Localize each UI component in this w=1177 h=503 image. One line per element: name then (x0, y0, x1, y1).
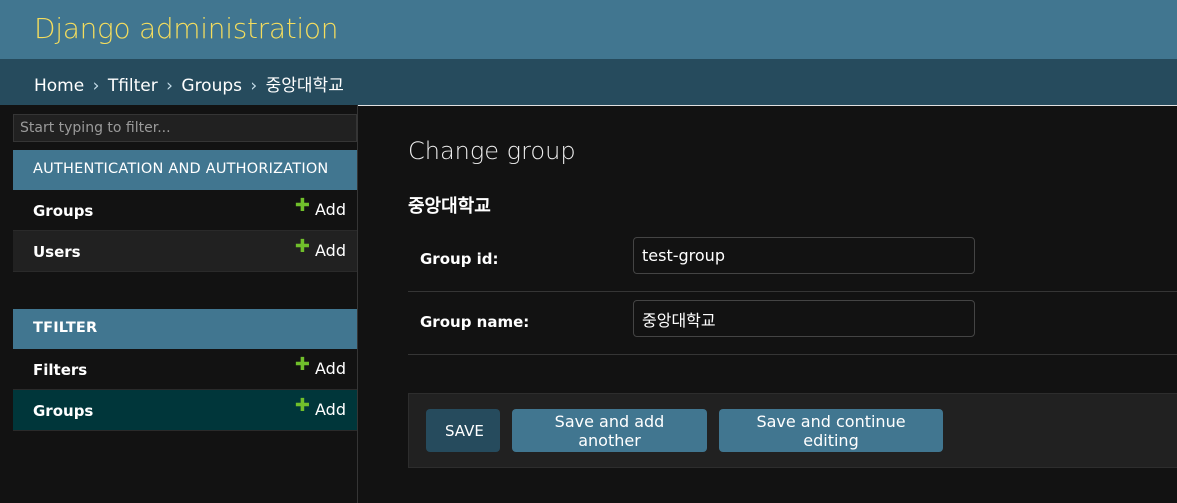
add-label: Add (315, 200, 346, 219)
plus-icon: ✚ (294, 195, 311, 216)
add-link[interactable]: ✚ Add (295, 236, 346, 261)
page-title: Change group (408, 137, 576, 165)
plus-icon: ✚ (294, 395, 311, 416)
header-bar: Django administration (0, 0, 1177, 59)
app-caption-auth[interactable]: AUTHENTICATION AND AUTHORIZATION (13, 150, 357, 190)
sidebar-nav: AUTHENTICATION AND AUTHORIZATION Groups … (0, 105, 358, 503)
sidebar-item-label[interactable]: Users (33, 243, 81, 261)
sidebar-item-label[interactable]: Filters (33, 361, 87, 379)
nav-filter-input[interactable] (13, 114, 357, 142)
plus-icon: ✚ (294, 354, 311, 375)
plus-icon: ✚ (294, 236, 311, 257)
breadcrumb-tfilter[interactable]: Tfilter (108, 76, 158, 96)
save-and-continue-button[interactable]: Save and continue editing (719, 409, 943, 452)
add-label: Add (315, 359, 346, 378)
breadcrumb-separator: › (92, 76, 100, 96)
save-and-add-another-button[interactable]: Save and add another (512, 409, 707, 452)
submit-row: SAVE Save and add another Save and conti… (408, 393, 1177, 468)
breadcrumb-groups[interactable]: Groups (181, 76, 242, 96)
add-label: Add (315, 241, 346, 260)
sidebar-item-tfilter-filters[interactable]: Filters ✚ Add (13, 349, 357, 390)
sidebar-item-label[interactable]: Groups (33, 202, 93, 220)
app-caption-tfilter[interactable]: TFILTER (13, 309, 357, 349)
form-row-group-name: Group name: (408, 292, 1177, 355)
breadcrumb-home[interactable]: Home (34, 76, 84, 96)
sidebar-item-label[interactable]: Groups (33, 402, 93, 420)
sidebar-item-auth-groups[interactable]: Groups ✚ Add (13, 190, 357, 231)
add-label: Add (315, 400, 346, 419)
add-link[interactable]: ✚ Add (295, 195, 346, 220)
group-name-label: Group name: (420, 313, 530, 331)
add-link[interactable]: ✚ Add (295, 395, 346, 420)
sidebar-item-auth-users[interactable]: Users ✚ Add (13, 231, 357, 272)
object-title: 중앙대학교 (408, 196, 491, 217)
form-row-group-id: Group id: (408, 229, 1177, 292)
breadcrumb-separator: › (166, 76, 173, 96)
group-id-label: Group id: (420, 250, 499, 268)
group-name-field[interactable] (633, 300, 975, 337)
sidebar-item-tfilter-groups[interactable]: Groups ✚ Add (13, 390, 357, 431)
group-id-field[interactable] (633, 237, 975, 274)
breadcrumb-separator: › (250, 76, 258, 96)
save-button[interactable]: SAVE (426, 409, 500, 452)
site-branding[interactable]: Django administration (34, 12, 338, 45)
breadcrumb: Home › Tfilter › Groups › 중앙대학교 (0, 59, 1177, 105)
breadcrumb-current: 중앙대학교 (265, 76, 344, 96)
main-content: Change group 중앙대학교 Group id: Group name:… (358, 105, 1177, 503)
add-link[interactable]: ✚ Add (295, 354, 346, 379)
